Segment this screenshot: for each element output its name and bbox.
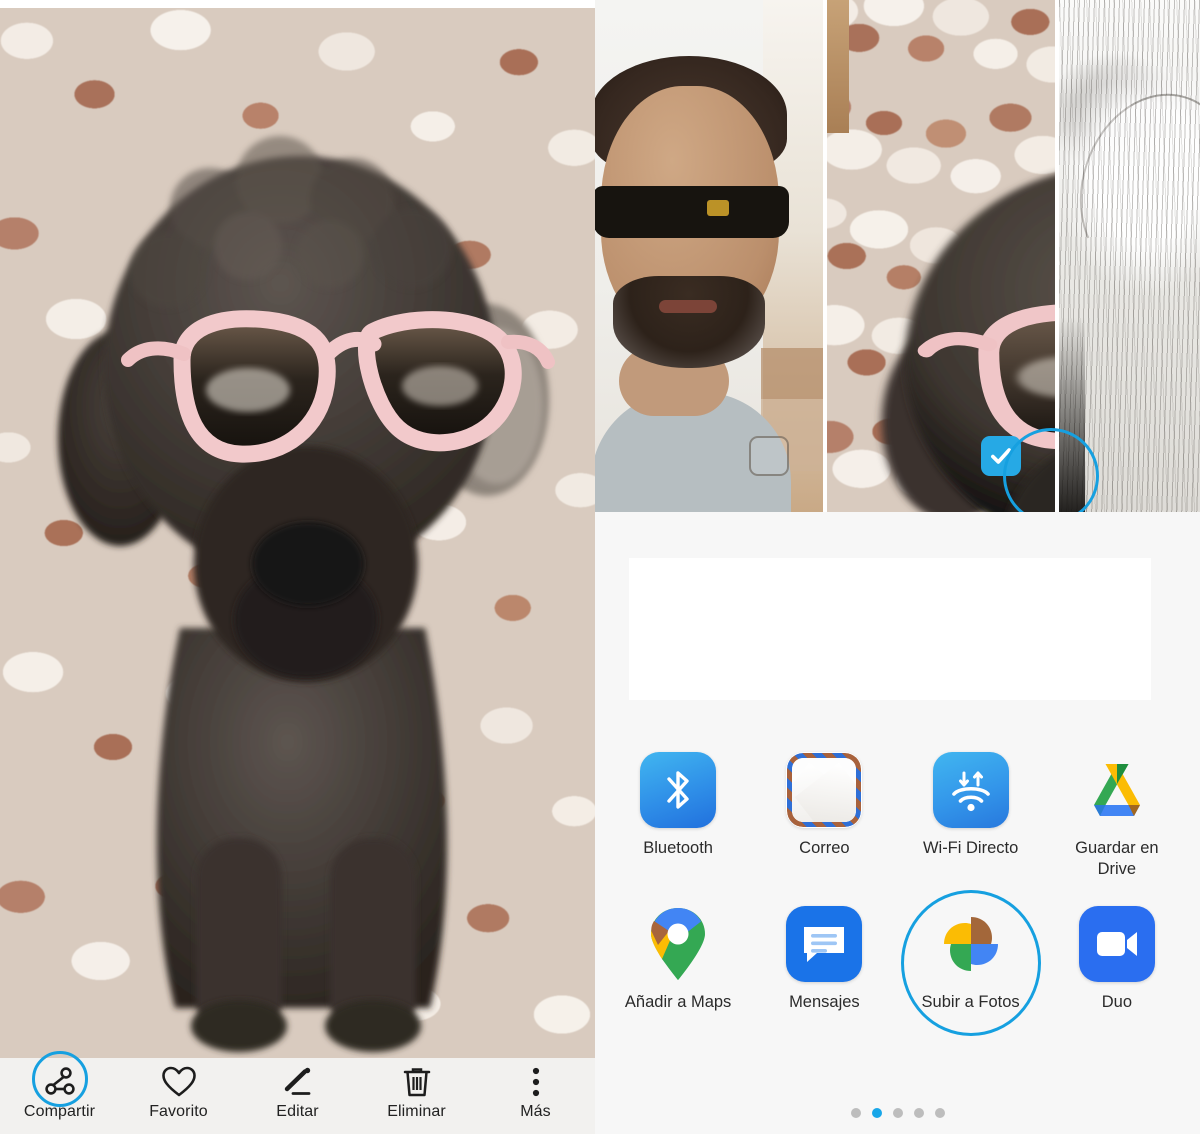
wifi-direct-icon: [932, 752, 1009, 828]
screen-root: Compartir Favorito Editar Eliminar Más B…: [0, 0, 1200, 1134]
google-maps-icon: [640, 906, 716, 982]
share-target-grid: Bluetooth Correo Wi-Fi Directo Guardar e…: [595, 752, 1200, 1036]
poodle-thumb-subject: [881, 174, 1055, 512]
share-target-google-photos[interactable]: Subir a Fotos: [898, 889, 1044, 1036]
toolbar-item-favorite[interactable]: Favorito: [119, 1058, 238, 1121]
mail-icon: [786, 752, 863, 828]
share-target-maps[interactable]: Añadir a Maps: [605, 906, 751, 1013]
share-target-label-drive: Guardar en Drive: [1075, 839, 1159, 878]
messages-icon: [786, 905, 863, 982]
page-dot-1[interactable]: [850, 1108, 861, 1118]
toolbar-label-delete: Eliminar: [387, 1103, 446, 1120]
toolbar-label-favorite: Favorito: [149, 1103, 208, 1120]
toolbar-item-delete[interactable]: Eliminar: [357, 1058, 476, 1121]
heart-icon: [161, 1064, 197, 1100]
dog-photo-subject: [58, 136, 555, 1052]
toolbar-label-more: Más: [520, 1103, 551, 1120]
preview-card[interactable]: [629, 558, 1151, 700]
share-target-label-bluetooth: Bluetooth: [643, 839, 713, 857]
share-target-drive[interactable]: Guardar en Drive: [1044, 752, 1190, 880]
selfie-beard: [613, 276, 765, 368]
thumbnail-sketch[interactable]: [1059, 0, 1200, 512]
share-sheet-pagination: [595, 1108, 1200, 1118]
page-dot-3[interactable]: [892, 1108, 903, 1118]
google-duo-icon: [1078, 905, 1155, 982]
selfie-railing: [761, 348, 823, 400]
pencil-icon: [281, 1064, 315, 1100]
share-target-bluetooth[interactable]: Bluetooth: [605, 752, 751, 880]
toolbar-label-share: Compartir: [23, 1103, 96, 1120]
share-target-duo[interactable]: Duo: [1044, 905, 1190, 1013]
toolbar-item-edit[interactable]: Editar: [238, 1058, 357, 1121]
share-icon: [43, 1064, 77, 1100]
main-photo[interactable]: [0, 8, 595, 1058]
share-target-messages[interactable]: Mensajes: [751, 905, 897, 1013]
selfie-sunglasses: [595, 186, 789, 238]
toolbar-item-share[interactable]: Compartir: [0, 1051, 119, 1121]
viewer-toolbar: Compartir Favorito Editar Eliminar Más: [0, 1051, 595, 1134]
google-photos-icon: [933, 906, 1009, 982]
page-dot-5[interactable]: [934, 1108, 945, 1118]
share-sheet-pane: Bluetooth Correo Wi-Fi Directo Guardar e…: [595, 0, 1200, 1134]
share-target-label-google-photos: Subir a Fotos: [921, 992, 1020, 1011]
selfie-mouth: [659, 300, 717, 313]
thumbnail-selfie[interactable]: [595, 0, 823, 512]
more-vertical-icon: [529, 1064, 543, 1100]
share-target-mail[interactable]: Correo: [751, 752, 897, 880]
toolbar-item-more[interactable]: Más: [476, 1058, 595, 1121]
thumbnail-poodle[interactable]: [827, 0, 1055, 512]
share-target-label-maps: Añadir a Maps: [624, 992, 732, 1011]
bluetooth-icon: [640, 752, 717, 828]
checkbox-unchecked-icon[interactable]: [749, 436, 789, 476]
page-dot-2[interactable]: [871, 1108, 882, 1118]
trash-icon: [401, 1064, 433, 1100]
share-target-label-messages: Mensajes: [789, 992, 860, 1011]
share-target-label-wifi-direct: Wi-Fi Directo: [922, 839, 1019, 857]
share-target-label-duo: Duo: [1101, 992, 1133, 1011]
share-target-label-mail: Correo: [799, 839, 850, 857]
thumbnail-strip: [595, 0, 1200, 512]
photo-viewer-pane: Compartir Favorito Editar Eliminar Más: [0, 0, 595, 1134]
share-target-wifi-direct[interactable]: Wi-Fi Directo: [898, 752, 1044, 880]
google-drive-icon: [1079, 752, 1155, 828]
toolbar-label-edit: Editar: [276, 1103, 319, 1120]
page-dot-4[interactable]: [913, 1108, 924, 1118]
